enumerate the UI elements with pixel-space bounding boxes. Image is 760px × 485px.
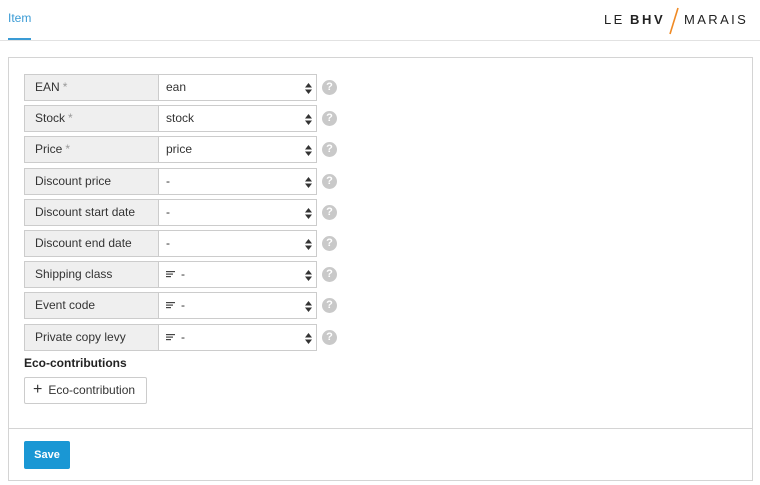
brand-logo: LE BHV MARAIS	[604, 7, 754, 35]
logo-le: LE	[604, 12, 625, 27]
required-marker: *	[65, 142, 71, 156]
select-arrows-icon	[305, 145, 312, 156]
field-label: Price *	[24, 136, 158, 163]
footer-divider	[9, 428, 752, 429]
field-label: Event code	[24, 292, 158, 319]
select-arrows-icon	[305, 301, 312, 312]
field-select[interactable]: ean	[158, 74, 317, 101]
field-label-text: EAN	[35, 80, 60, 94]
field-value: stock	[166, 111, 195, 125]
field-value: -	[166, 174, 170, 188]
help-icon[interactable]: ?	[322, 111, 337, 126]
text-lines-icon	[166, 333, 175, 341]
field-value: price	[166, 142, 193, 156]
field-select[interactable]: -	[158, 324, 317, 351]
field-select[interactable]: -	[158, 230, 317, 257]
field-label: Discount end date	[24, 230, 158, 257]
field-label: Shipping class	[24, 261, 158, 288]
help-icon[interactable]: ?	[322, 236, 337, 251]
field-label-text: Discount price	[35, 174, 112, 188]
field-label: Discount price	[24, 168, 158, 195]
field-label-text: Discount end date	[35, 236, 132, 250]
top-bar: Item LE BHV MARAIS	[0, 0, 760, 41]
select-arrows-icon	[305, 177, 312, 188]
required-marker: *	[62, 80, 68, 94]
select-arrows-icon	[305, 114, 312, 125]
tab-item[interactable]: Item	[8, 11, 31, 40]
field-select[interactable]: stock	[158, 105, 317, 132]
field-label: EAN *	[24, 74, 158, 101]
item-form-panel: EAN * ean? Stock * stock? Price * price? Discount…	[8, 57, 753, 481]
select-arrows-icon	[305, 83, 312, 94]
help-icon[interactable]: ?	[322, 298, 337, 313]
field-select[interactable]: -	[158, 292, 317, 319]
form-row: Private copy levy -?	[24, 324, 344, 351]
help-icon[interactable]: ?	[322, 174, 337, 189]
help-icon[interactable]: ?	[322, 330, 337, 345]
field-label: Private copy levy	[24, 324, 158, 351]
field-label-text: Discount start date	[35, 205, 136, 219]
form-row: Price * price?	[24, 136, 344, 163]
select-arrows-icon	[305, 270, 312, 281]
field-label: Discount start date	[24, 199, 158, 226]
form-row: Event code -?	[24, 292, 344, 319]
select-arrows-icon	[305, 333, 312, 344]
help-icon[interactable]: ?	[322, 142, 337, 157]
field-label-text: Shipping class	[35, 267, 113, 281]
form-row: Stock * stock?	[24, 105, 344, 132]
field-label-text: Event code	[35, 298, 96, 312]
field-label-text: Private copy levy	[35, 330, 126, 344]
form-row: Discount price -?	[24, 168, 344, 195]
field-select[interactable]: -	[158, 261, 317, 288]
save-button[interactable]: Save	[24, 441, 70, 469]
select-arrows-icon	[305, 208, 312, 219]
help-icon[interactable]: ?	[322, 267, 337, 282]
logo-marais: MARAIS	[684, 12, 749, 27]
logo-bhv: BHV	[630, 12, 666, 27]
field-label-text: Stock	[35, 111, 66, 125]
required-marker: *	[68, 111, 73, 125]
field-label-text: Price	[35, 142, 63, 156]
add-eco-contribution-label: Eco-contribution	[48, 383, 136, 397]
plus-icon: +	[33, 381, 43, 398]
text-lines-icon	[166, 301, 175, 309]
field-value: -	[181, 330, 185, 344]
help-icon[interactable]: ?	[322, 80, 337, 95]
select-arrows-icon	[305, 239, 312, 250]
field-value: -	[166, 205, 170, 219]
logo-slash-icon	[669, 7, 679, 35]
field-label: Stock *	[24, 105, 158, 132]
text-lines-icon	[166, 270, 175, 278]
add-eco-contribution-button[interactable]: + Eco-contribution	[24, 377, 147, 404]
tab-active-indicator	[8, 38, 31, 40]
field-value: -	[181, 298, 185, 312]
help-icon[interactable]: ?	[322, 205, 337, 220]
eco-contributions-title: Eco-contributions	[24, 356, 127, 370]
field-value: -	[181, 267, 185, 281]
field-select[interactable]: -	[158, 168, 317, 195]
field-select[interactable]: price	[158, 136, 317, 163]
form-row: Discount start date -?	[24, 199, 344, 226]
form-row: EAN * ean?	[24, 74, 344, 101]
form-row: Discount end date -?	[24, 230, 344, 257]
field-value: -	[166, 236, 170, 250]
field-select[interactable]: -	[158, 199, 317, 226]
field-value: ean	[166, 80, 187, 94]
form-row: Shipping class -?	[24, 261, 344, 288]
